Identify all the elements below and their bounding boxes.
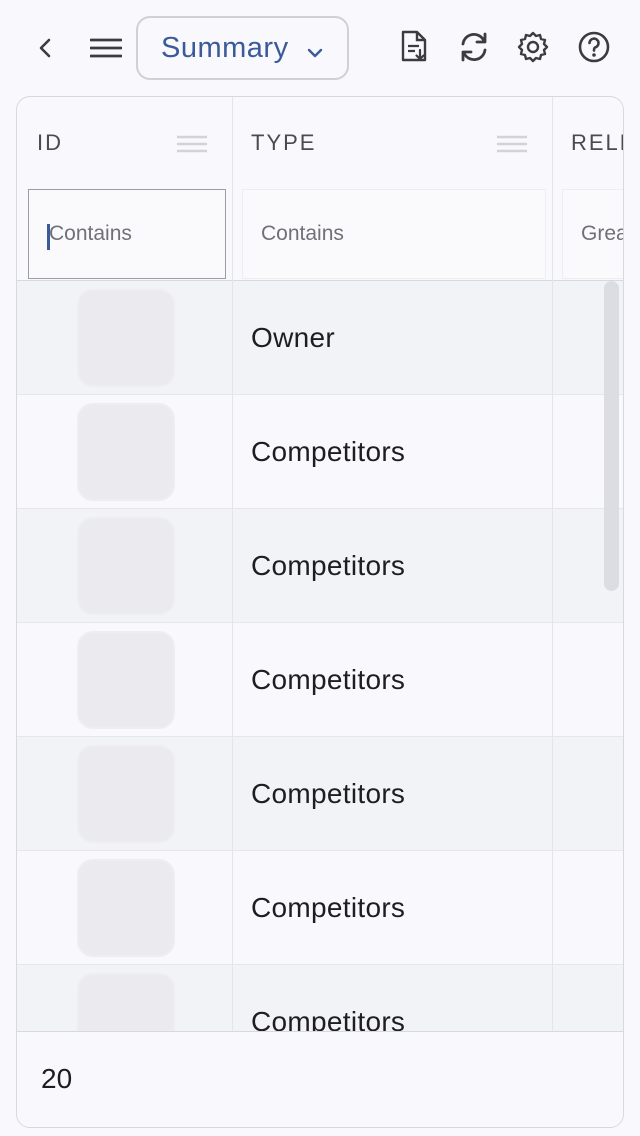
- row-count: 20: [41, 1063, 73, 1094]
- table-row[interactable]: Competitors: [17, 395, 623, 509]
- grid-header: ID TYPE RELE: [17, 97, 623, 189]
- filter-row: Contains Contains Grea: [17, 189, 624, 281]
- table-row[interactable]: Competitors: [17, 623, 623, 737]
- relevance-filter-input[interactable]: Grea: [562, 189, 624, 279]
- filter-placeholder: Contains: [261, 222, 344, 245]
- menu-icon[interactable]: [84, 26, 128, 70]
- text-caret: [47, 224, 50, 250]
- type-cell: Competitors: [251, 892, 406, 923]
- column-header-label: RELE: [571, 130, 623, 155]
- loading-placeholder: [77, 517, 175, 615]
- table-row[interactable]: Competitors: [17, 851, 623, 965]
- column-header-type[interactable]: TYPE: [251, 97, 316, 189]
- type-cell: Competitors: [251, 778, 406, 809]
- loading-placeholder: [77, 859, 175, 957]
- back-icon[interactable]: [24, 26, 68, 70]
- grid-footer: 20: [17, 1031, 623, 1127]
- loading-placeholder: [77, 403, 175, 501]
- grid-body: Owner Competitors Competitors Competitor…: [17, 281, 623, 1031]
- column-header-relevance[interactable]: RELE: [571, 97, 623, 189]
- refresh-icon[interactable]: [452, 25, 496, 69]
- help-icon[interactable]: [572, 25, 616, 69]
- column-header-label: TYPE: [251, 130, 317, 155]
- column-header-label: ID: [37, 130, 63, 155]
- type-cell: Competitors: [251, 436, 406, 467]
- column-menu-icon[interactable]: [177, 135, 207, 158]
- vertical-scrollbar[interactable]: [604, 281, 619, 591]
- toolbar: Summary: [0, 0, 640, 96]
- data-grid: ID TYPE RELE Contains Contains Grea Owne…: [16, 96, 624, 1128]
- type-cell: Competitors: [251, 1006, 406, 1031]
- view-select[interactable]: Summary: [136, 16, 349, 80]
- type-cell: Owner: [251, 322, 335, 353]
- export-document-icon[interactable]: [392, 25, 436, 69]
- filter-placeholder: Contains: [49, 222, 132, 245]
- table-row[interactable]: Competitors: [17, 509, 623, 623]
- loading-placeholder: [77, 631, 175, 729]
- type-cell: Competitors: [251, 664, 406, 695]
- type-cell: Competitors: [251, 550, 406, 581]
- filter-placeholder: Grea: [581, 222, 624, 245]
- view-select-value: Summary: [161, 31, 289, 64]
- settings-icon[interactable]: [511, 25, 555, 69]
- column-menu-icon[interactable]: [497, 135, 527, 158]
- loading-placeholder: [77, 745, 175, 843]
- chevron-down-icon: [305, 38, 325, 71]
- id-filter-input[interactable]: Contains: [28, 189, 226, 279]
- table-row[interactable]: Competitors: [17, 737, 623, 851]
- table-row[interactable]: Owner: [17, 281, 623, 395]
- loading-placeholder: [77, 289, 175, 387]
- loading-placeholder: [77, 973, 175, 1031]
- table-row[interactable]: Competitors: [17, 965, 623, 1031]
- type-filter-input[interactable]: Contains: [242, 189, 546, 279]
- column-divider[interactable]: [232, 97, 233, 1127]
- column-header-id[interactable]: ID: [37, 97, 63, 189]
- column-divider[interactable]: [552, 97, 553, 1127]
